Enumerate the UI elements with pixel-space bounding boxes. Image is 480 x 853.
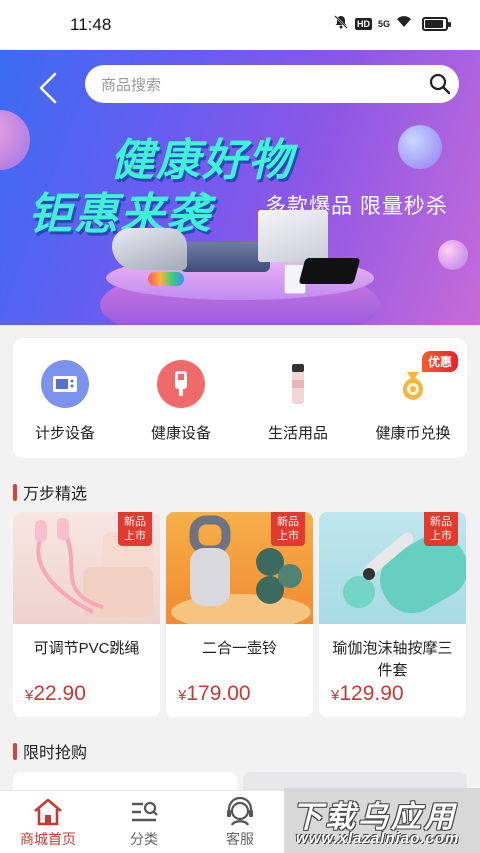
nav-label: 分类: [130, 831, 158, 847]
customer-service-icon: [192, 797, 288, 827]
new-arrival-badge: 新品 上市: [424, 512, 458, 546]
category-icon: [96, 797, 192, 827]
category-label: 健康币兑换: [375, 425, 451, 442]
nav-label: 客服: [226, 831, 254, 847]
nav-customer-service[interactable]: 客服: [192, 797, 288, 849]
site-watermark: 下载乌应用 www.xlazalniao.com: [284, 788, 480, 853]
product-yoga-mat-image: [180, 242, 270, 272]
nav-category[interactable]: 分类: [96, 797, 192, 849]
tumbler-icon: [274, 360, 322, 408]
product-box-image: [258, 210, 328, 262]
watermark-url: www.xlazalniao.com: [296, 830, 460, 847]
decor-bubble: [0, 110, 30, 170]
search-icon[interactable]: [421, 73, 459, 95]
new-arrival-badge: 新品 上市: [118, 512, 152, 546]
product-price: ¥129.90: [331, 682, 404, 705]
search-bar[interactable]: 商品搜索: [85, 65, 459, 103]
category-health-device[interactable]: 健康设备: [131, 360, 231, 443]
product-scale-image: [298, 258, 361, 284]
nav-home[interactable]: 商城首页: [0, 797, 96, 849]
product-name: 瑜伽泡沫轴按摩三件套: [332, 640, 453, 679]
promo-badge: 优惠: [422, 351, 459, 372]
home-icon: [0, 797, 96, 827]
glucose-meter-icon: [157, 360, 205, 408]
category-label: 计步设备: [34, 425, 95, 442]
chevron-left-icon: [39, 72, 57, 104]
product-bands-image: [148, 272, 184, 286]
product-card[interactable]: 新品 上市 二合一壶铃 ¥179.00: [166, 512, 313, 717]
new-arrival-badge: 新品 上市: [271, 512, 305, 546]
section-title: 限时抢购: [23, 745, 88, 762]
product-card[interactable]: 新品 上市 可调节PVC跳绳 ¥22.90: [13, 512, 160, 717]
section-header-steps: 万步精选: [13, 480, 87, 504]
product-shoe-image: [112, 228, 187, 270]
back-button[interactable]: [28, 68, 68, 108]
product-name: 可调节PVC跳绳: [33, 640, 140, 657]
search-input[interactable]: 商品搜索: [101, 74, 421, 95]
promo-banner[interactable]: 商品搜索 健康好物 钜惠来袭 多款爆品 限量秒杀: [0, 50, 480, 325]
nav-label: 商城首页: [20, 831, 76, 847]
category-health-coin-exchange[interactable]: 健康币兑换: [363, 360, 463, 443]
category-card: 计步设备 健康设备 生活用品 健康币兑换: [13, 338, 467, 458]
product-card[interactable]: 新品 上市 瑜伽泡沫轴按摩三件套 ¥129.90: [319, 512, 466, 717]
battery-icon: [422, 16, 451, 31]
mute-bell-icon: [333, 14, 349, 33]
status-time: 11:48: [70, 15, 112, 34]
category-daily-goods[interactable]: 生活用品: [248, 360, 348, 443]
wifi-icon: [396, 15, 412, 33]
section-accent-bar: [13, 483, 17, 501]
product-price: ¥22.90: [25, 682, 86, 705]
status-bar: 11:48 HD 5G: [0, 0, 480, 50]
product-name: 二合一壶铃: [201, 640, 277, 657]
network-5g-icon: 5G: [377, 18, 390, 29]
pedometer-icon: [41, 360, 89, 408]
decor-bubble: [438, 240, 468, 270]
section-title: 万步精选: [23, 486, 88, 503]
decor-bubble: [398, 125, 442, 169]
section-header-flash-sale: 限时抢购: [13, 739, 87, 763]
section-accent-bar: [13, 742, 17, 760]
product-price: ¥179.00: [178, 682, 251, 705]
category-label: 健康设备: [150, 425, 211, 442]
status-icons: HD 5G: [333, 14, 451, 33]
hd-badge: HD: [354, 17, 372, 30]
category-pedometer[interactable]: 计步设备: [15, 360, 115, 443]
category-label: 生活用品: [267, 425, 328, 442]
